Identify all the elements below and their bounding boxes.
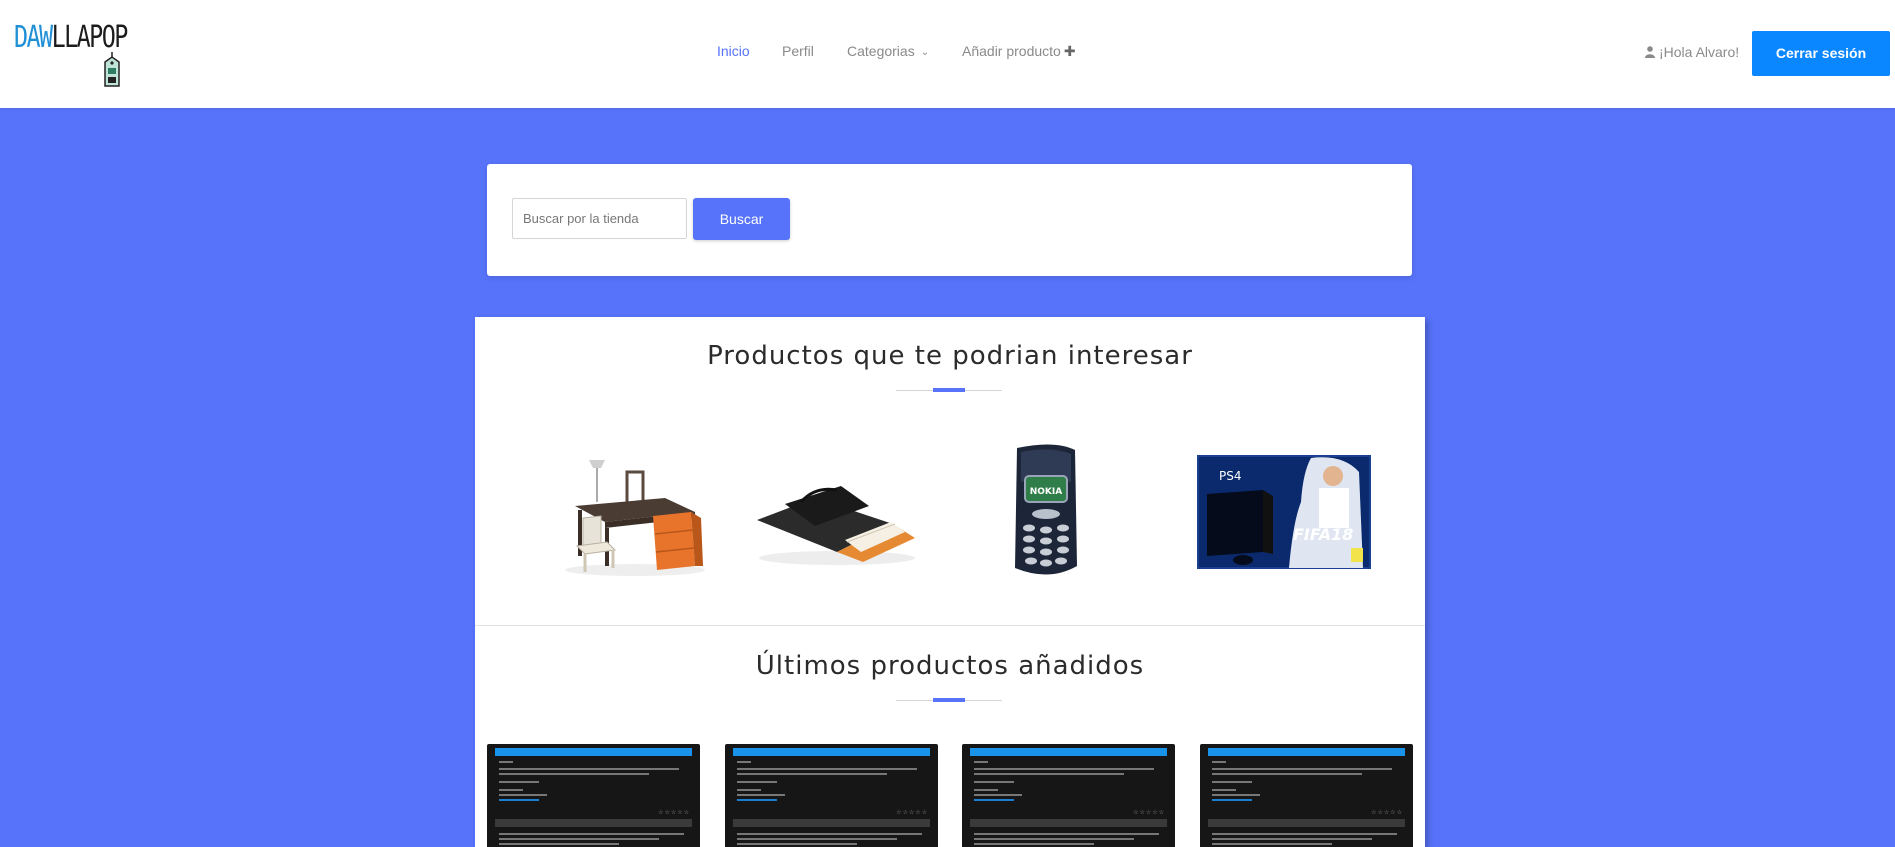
title-underline [896,388,1002,392]
desk-image [565,460,705,576]
ps4-box-image: PS4 FIFA18 [1197,455,1371,569]
latest-product-thumbnail[interactable]: ☆☆☆☆☆ [962,744,1175,847]
recommended-section-title: Productos que te podrian interesar [707,341,1193,371]
search-button[interactable]: Buscar [693,198,790,240]
search-input[interactable] [512,198,687,239]
latest-section-title: Últimos productos añadidos [755,651,1145,681]
section-divider [475,625,1425,626]
main-nav: Inicio Perfil Categorias ⌄ Añadir product… [0,43,1895,63]
ps4-brand-text: PS4 [1219,469,1242,483]
latest-product-thumbnail[interactable]: ☆☆☆☆☆ [487,744,700,847]
rating-stars-icon: ☆☆☆☆☆ [896,810,928,816]
top-navbar: DAWLLAPOP Inicio Perfil Categorias ⌄ Añad… [0,0,1895,108]
nav-categorias-label: Categorias [847,43,915,59]
logout-button[interactable]: Cerrar sesión [1752,31,1890,76]
user-greeting: ¡Hola Alvaro! [1645,44,1739,60]
products-panel: Productos que te podrian interesar NOKIA… [475,317,1425,847]
chevron-down-icon: ⌄ [920,47,930,58]
title-underline [896,698,1002,702]
nokia-brand-text: NOKIA [1030,487,1063,497]
latest-product-thumbnail[interactable]: ☆☆☆☆☆ [725,744,938,847]
nav-anadir-label: Añadir producto [962,43,1061,59]
nav-anadir-producto[interactable]: Añadir producto ✚ [962,43,1076,60]
recommended-product-ps4[interactable]: PS4 FIFA18 [1193,442,1373,582]
recommended-product-nokia[interactable]: NOKIA [945,442,1125,582]
nav-perfil[interactable]: Perfil [782,43,814,59]
rating-stars-icon: ☆☆☆☆☆ [658,810,690,816]
user-icon [1645,46,1655,58]
plus-icon: ✚ [1063,43,1076,59]
nokia-phone-image: NOKIA [1015,444,1077,575]
fifa-game-text: FIFA18 [1293,525,1353,544]
rating-stars-icon: ☆☆☆☆☆ [1371,810,1403,816]
recommended-product-bag[interactable] [745,442,925,582]
nav-inicio[interactable]: Inicio [717,43,750,59]
greeting-text: ¡Hola Alvaro! [1659,44,1740,60]
search-card: Buscar [487,164,1412,276]
nav-categorias-dropdown[interactable]: Categorias ⌄ [847,43,929,59]
bag-image [757,486,915,565]
latest-product-thumbnail[interactable]: ☆☆☆☆☆ [1200,744,1413,847]
recommended-product-desk[interactable] [545,442,725,582]
rating-stars-icon: ☆☆☆☆☆ [1133,810,1165,816]
